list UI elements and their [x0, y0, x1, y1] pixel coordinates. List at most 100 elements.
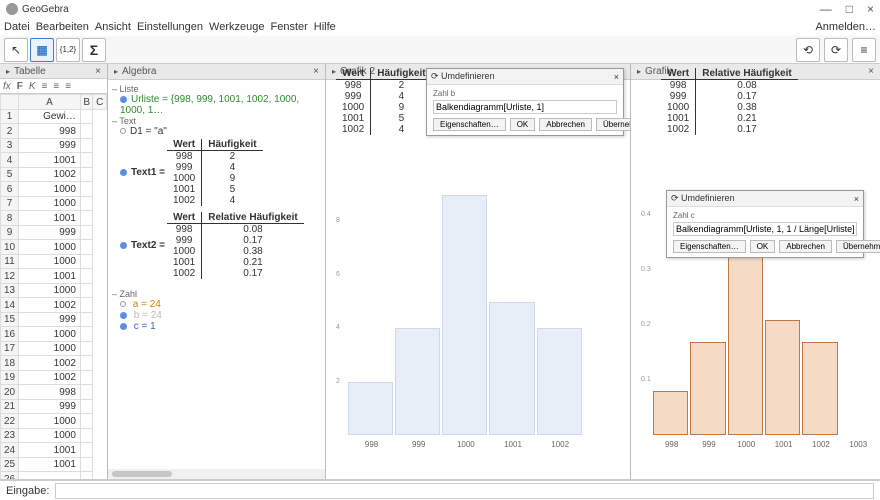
- dialog-close-icon[interactable]: ×: [854, 194, 859, 204]
- cancel-button[interactable]: Abbrechen: [779, 240, 832, 253]
- ok-button[interactable]: OK: [750, 240, 776, 253]
- bar: [395, 328, 440, 435]
- bullet-hollow-icon[interactable]: [120, 301, 126, 307]
- menu-einstellungen[interactable]: Einstellungen: [137, 21, 203, 33]
- menu-fenster[interactable]: Fenster: [270, 21, 307, 33]
- bar: [442, 195, 487, 435]
- menu-bearbeiten[interactable]: Bearbeiten: [36, 21, 89, 33]
- alg-b[interactable]: b = 24: [134, 310, 162, 321]
- hamburger-button[interactable]: ≡: [852, 38, 876, 62]
- pane-grafik2: ▸ Grafik 2 × WertHäufigkeit9982999410009…: [326, 64, 631, 479]
- alg-a[interactable]: a = 24: [133, 299, 161, 310]
- redefine-dialog-b[interactable]: ⟳ Umdefinieren× Zahl b Eigenschaften… OK…: [426, 68, 624, 136]
- pane-toggle-icon[interactable]: ▸: [637, 67, 641, 76]
- pane-tabelle: ▸ Tabelle × fx F K ≡ ≡ ≡ ABC1Gewi…299839…: [0, 64, 108, 479]
- menu-bar: Datei Bearbeiten Ansicht Einstellungen W…: [0, 18, 880, 36]
- alg-urliste[interactable]: Urliste = {998, 999, 1001, 1002, 1000, 1…: [120, 94, 299, 116]
- pane-close-grafik[interactable]: ×: [868, 66, 874, 77]
- pane-close-algebra[interactable]: ×: [313, 66, 319, 77]
- x-tick-label: 1001: [775, 440, 793, 449]
- bullet-icon[interactable]: [120, 96, 127, 103]
- bullet-hollow-icon[interactable]: [120, 128, 126, 134]
- properties-button[interactable]: Eigenschaften…: [673, 240, 746, 253]
- spreadsheet-tool[interactable]: ▦: [30, 38, 54, 62]
- x-tick-label: 999: [412, 440, 425, 449]
- formula-bar: fx F K ≡ ≡ ≡: [0, 79, 107, 94]
- bullet-icon[interactable]: [120, 323, 127, 330]
- pane-grafik: ▸ Grafik × WertRelative Häufigkeit9980.0…: [631, 64, 880, 479]
- spreadsheet-grid[interactable]: ABC1Gewi…2998399941001510026100071000810…: [0, 94, 107, 479]
- grafik2-bar-chart[interactable]: 2468998999100010011002: [336, 154, 620, 449]
- rel-freq-table: WertRelative Häufigkeit9980.089990.17100…: [167, 212, 304, 279]
- menu-werkzeuge[interactable]: Werkzeuge: [209, 21, 264, 33]
- bar: [765, 320, 800, 435]
- alg-group-text[interactable]: – Text: [112, 116, 321, 126]
- sum-tool[interactable]: Σ: [82, 38, 106, 62]
- x-tick-label: 1002: [812, 440, 830, 449]
- x-tick-label: 1001: [504, 440, 522, 449]
- x-tick-label: 1000: [457, 440, 475, 449]
- pointer-tool[interactable]: ↖: [4, 38, 28, 62]
- pane-close-tabelle[interactable]: ×: [95, 66, 101, 77]
- alg-group-liste[interactable]: – Liste: [112, 84, 321, 94]
- app-title: GeoGebra: [22, 4, 69, 15]
- dialog-close-icon[interactable]: ×: [614, 72, 619, 82]
- pane-toggle-icon[interactable]: ▸: [114, 67, 118, 76]
- dialog-title: ⟳ Umdefinieren: [431, 71, 495, 82]
- menu-datei[interactable]: Datei: [4, 21, 30, 33]
- alg-text1-label[interactable]: Text1 =: [131, 167, 165, 178]
- maximize-button[interactable]: □: [846, 2, 853, 16]
- menu-hilfe[interactable]: Hilfe: [314, 21, 336, 33]
- x-tick-label: 998: [665, 440, 678, 449]
- x-tick-label: 999: [702, 440, 715, 449]
- bar: [690, 342, 725, 435]
- bar: [802, 342, 837, 435]
- undo-button[interactable]: ⟲: [796, 38, 820, 62]
- title-bar: GeoGebra — □ ×: [0, 0, 880, 18]
- close-window-button[interactable]: ×: [867, 2, 874, 16]
- redo-button[interactable]: ⟳: [824, 38, 848, 62]
- command-input[interactable]: [55, 483, 874, 499]
- alg-d1[interactable]: D1 = "a": [130, 126, 167, 137]
- algebra-tree: – Liste Urliste = {998, 999, 1001, 1002,…: [108, 80, 325, 336]
- dialog-input[interactable]: [433, 100, 617, 114]
- login-link[interactable]: Anmelden…: [815, 21, 876, 33]
- onevar-tool[interactable]: {1,2}: [56, 38, 80, 62]
- bold-button[interactable]: F: [17, 81, 23, 92]
- alg-group-zahl[interactable]: – Zahl: [112, 289, 321, 299]
- italic-button[interactable]: K: [29, 81, 36, 92]
- properties-button[interactable]: Eigenschaften…: [433, 118, 506, 131]
- pane-title-tabelle: Tabelle: [14, 66, 46, 77]
- bullet-icon[interactable]: [120, 312, 127, 319]
- bar: [348, 382, 393, 435]
- x-tick-label: 1000: [737, 440, 755, 449]
- x-tick-label: 1002: [551, 440, 569, 449]
- cancel-button[interactable]: Abbrechen: [539, 118, 592, 131]
- pane-toggle-icon[interactable]: ▸: [6, 67, 10, 76]
- freq-table: WertHäufigkeit99829994100091001510024: [167, 139, 263, 206]
- apply-button[interactable]: Übernehmen: [836, 240, 880, 253]
- grafik-data-table: WertRelative Häufigkeit9980.089990.17100…: [661, 68, 798, 135]
- menu-ansicht[interactable]: Ansicht: [95, 21, 131, 33]
- minimize-button[interactable]: —: [820, 2, 832, 16]
- alg-text2-label[interactable]: Text2 =: [131, 240, 165, 251]
- bullet-icon[interactable]: [120, 242, 127, 249]
- bullet-icon[interactable]: [120, 169, 127, 176]
- ok-button[interactable]: OK: [510, 118, 536, 131]
- alg-c[interactable]: c = 1: [134, 321, 156, 332]
- app-icon: [6, 3, 18, 15]
- apply-button[interactable]: Übernehmen: [596, 118, 631, 131]
- toolbar: ↖ ▦ {1,2} Σ ⟲ ⟳ ≡: [0, 36, 880, 64]
- input-label: Eingabe:: [6, 485, 49, 497]
- x-tick-label: 998: [365, 440, 378, 449]
- align-center-button[interactable]: ≡: [53, 81, 59, 92]
- dialog-input[interactable]: [673, 222, 857, 236]
- algebra-scrollbar-x[interactable]: [108, 469, 325, 479]
- align-right-button[interactable]: ≡: [65, 81, 71, 92]
- grafik2-data-table: WertHäufigkeit99829994100091001510024: [336, 68, 432, 135]
- bar: [653, 391, 688, 435]
- redefine-dialog-c[interactable]: ⟳ Umdefinieren× Zahl c Eigenschaften… OK…: [666, 190, 864, 258]
- dialog-title: ⟳ Umdefinieren: [671, 193, 735, 204]
- bar: [537, 328, 582, 435]
- align-left-button[interactable]: ≡: [42, 81, 48, 92]
